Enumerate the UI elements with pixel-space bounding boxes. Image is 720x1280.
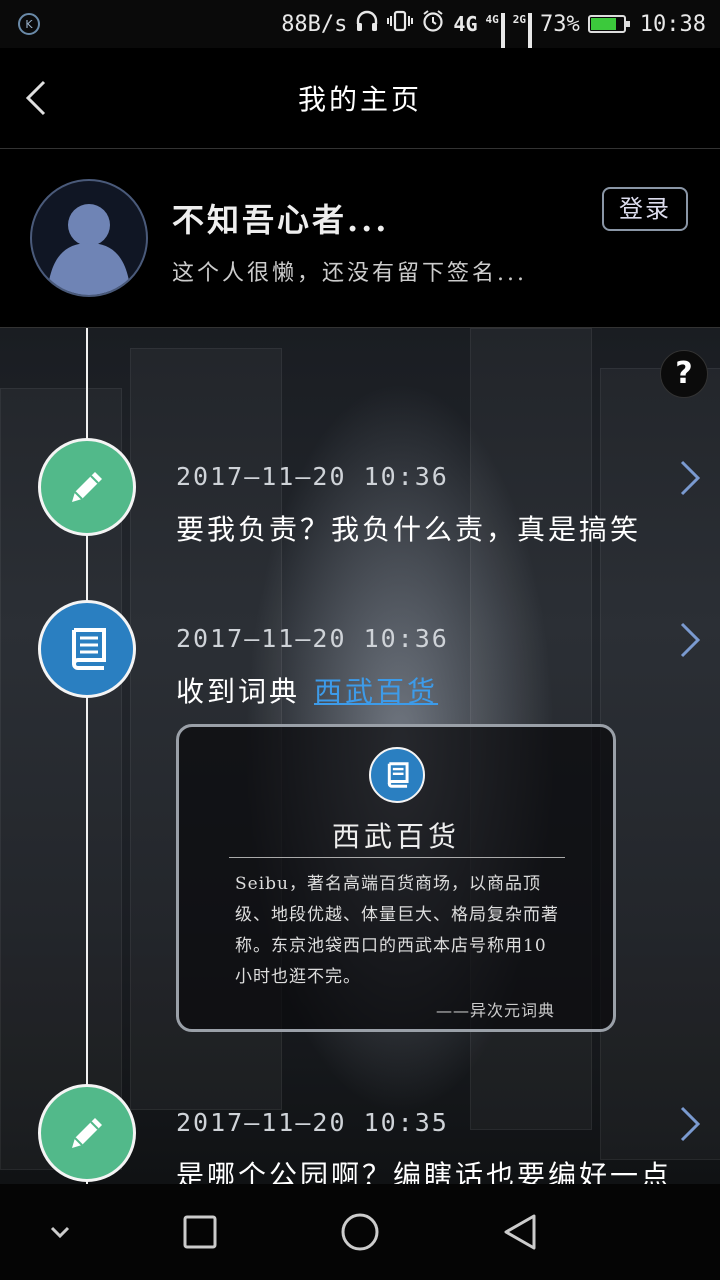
entry-text[interactable]: 是哪个公园啊？编瞎话也要编好一点 bbox=[176, 1154, 672, 1184]
card-book-badge bbox=[369, 747, 425, 803]
app-notification-icon: K bbox=[18, 13, 40, 35]
card-description: Seibu，著名高端百货商场，以商品顶级、地段优越、体量巨大、格局复杂而著称。东… bbox=[235, 874, 559, 987]
home-button[interactable] bbox=[336, 1208, 384, 1256]
timeline-feed[interactable]: ? 2017—11—20 10:36 要我负责？我负什么责，真是搞笑 2017—… bbox=[0, 328, 720, 1184]
recents-button[interactable] bbox=[176, 1208, 224, 1256]
default-user-icon bbox=[47, 204, 131, 295]
entry-timestamp: 2017—11—20 10:35 bbox=[176, 1108, 449, 1137]
profile-section: 不知吾心者... 这个人很懒，还没有留下签名... 登录 bbox=[0, 149, 720, 328]
battery-icon bbox=[587, 15, 630, 33]
system-nav-bar bbox=[0, 1184, 720, 1280]
chevron-right-icon[interactable] bbox=[676, 458, 704, 498]
entry-text[interactable]: 要我负责？我负什么责，真是搞笑 bbox=[176, 508, 641, 548]
book-icon bbox=[72, 628, 106, 670]
chevron-right-icon[interactable] bbox=[676, 1104, 704, 1144]
avatar[interactable] bbox=[30, 179, 148, 297]
card-title: 西武百货 bbox=[331, 820, 460, 853]
card-source: ——异次元词典 bbox=[435, 1001, 555, 1020]
page-title: 我的主页 bbox=[297, 83, 422, 116]
status-right: 88B/s 4G 4G 2G 73% 10:38 bbox=[281, 0, 706, 67]
hide-nav-button[interactable] bbox=[36, 1208, 84, 1256]
top-bar: 我的主页 bbox=[0, 48, 720, 149]
entry-timestamp: 2017—11—20 10:36 bbox=[176, 462, 449, 491]
back-nav-button[interactable] bbox=[496, 1208, 544, 1256]
alarm-icon bbox=[421, 9, 445, 39]
username: 不知吾心者... bbox=[172, 201, 390, 239]
headphones-icon bbox=[355, 10, 379, 38]
signal-icon bbox=[500, 13, 505, 67]
dictionary-card[interactable]: 西武百货 Seibu，著名高端百货商场，以商品顶级、地段优越、体量巨大、格局复杂… bbox=[176, 724, 616, 1032]
signal-icon-2 bbox=[528, 13, 533, 67]
network-label-2: 4G bbox=[486, 13, 505, 67]
entry-text-label: 收到词典 bbox=[176, 675, 301, 708]
chevron-right-icon[interactable] bbox=[676, 620, 704, 660]
entry-text: 收到词典 西武百货 bbox=[176, 670, 438, 710]
timeline-node-pencil bbox=[38, 438, 136, 536]
vibrate-icon bbox=[387, 10, 414, 38]
help-button[interactable]: ? bbox=[660, 350, 708, 398]
status-bar: K 88B/s 4G 4G 2G 73% 10:38 bbox=[0, 0, 720, 67]
card-divider bbox=[229, 857, 565, 858]
network-label-1: 4G bbox=[453, 12, 478, 36]
clock: 10:38 bbox=[639, 11, 706, 37]
battery-percent: 73% bbox=[540, 11, 580, 37]
network-label-3: 2G bbox=[513, 13, 533, 67]
pencil-icon bbox=[72, 472, 102, 502]
network-speed: 88B/s bbox=[281, 11, 348, 37]
dictionary-link[interactable]: 西武百货 bbox=[314, 675, 438, 708]
timeline-node-pencil bbox=[38, 1084, 136, 1182]
pencil-icon bbox=[72, 1118, 102, 1148]
user-signature: 这个人很懒，还没有留下签名... bbox=[172, 261, 527, 286]
login-button[interactable]: 登录 bbox=[602, 187, 688, 231]
timeline-node-book bbox=[38, 600, 136, 698]
entry-timestamp: 2017—11—20 10:36 bbox=[176, 624, 449, 653]
book-icon bbox=[387, 762, 409, 788]
